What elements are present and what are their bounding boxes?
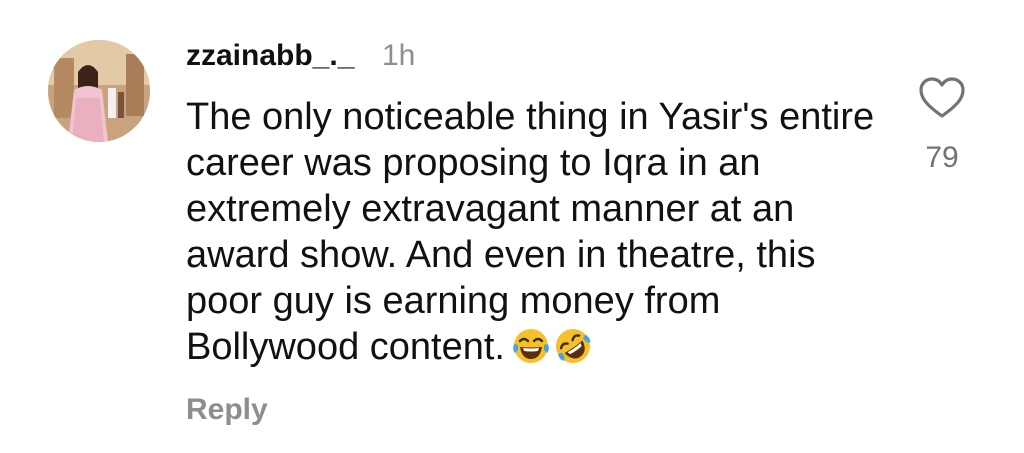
face-with-tears-of-joy-icon	[511, 326, 551, 366]
comment-body: The only noticeable thing in Yasir's ent…	[186, 94, 886, 370]
heart-outline-icon	[919, 77, 965, 118]
avatar[interactable]	[48, 40, 150, 142]
reply-button[interactable]: Reply	[186, 392, 268, 428]
rolling-on-the-floor-laughing-icon	[553, 326, 593, 366]
timestamp: 1h	[382, 39, 416, 72]
avatar-photo	[48, 40, 150, 142]
username[interactable]: zzainabb_._	[186, 38, 354, 74]
like-button[interactable]	[918, 76, 966, 120]
like-count: 79	[925, 141, 959, 174]
comment-item: zzainabb_._ 1h The only noticeable thing…	[0, 0, 1024, 453]
